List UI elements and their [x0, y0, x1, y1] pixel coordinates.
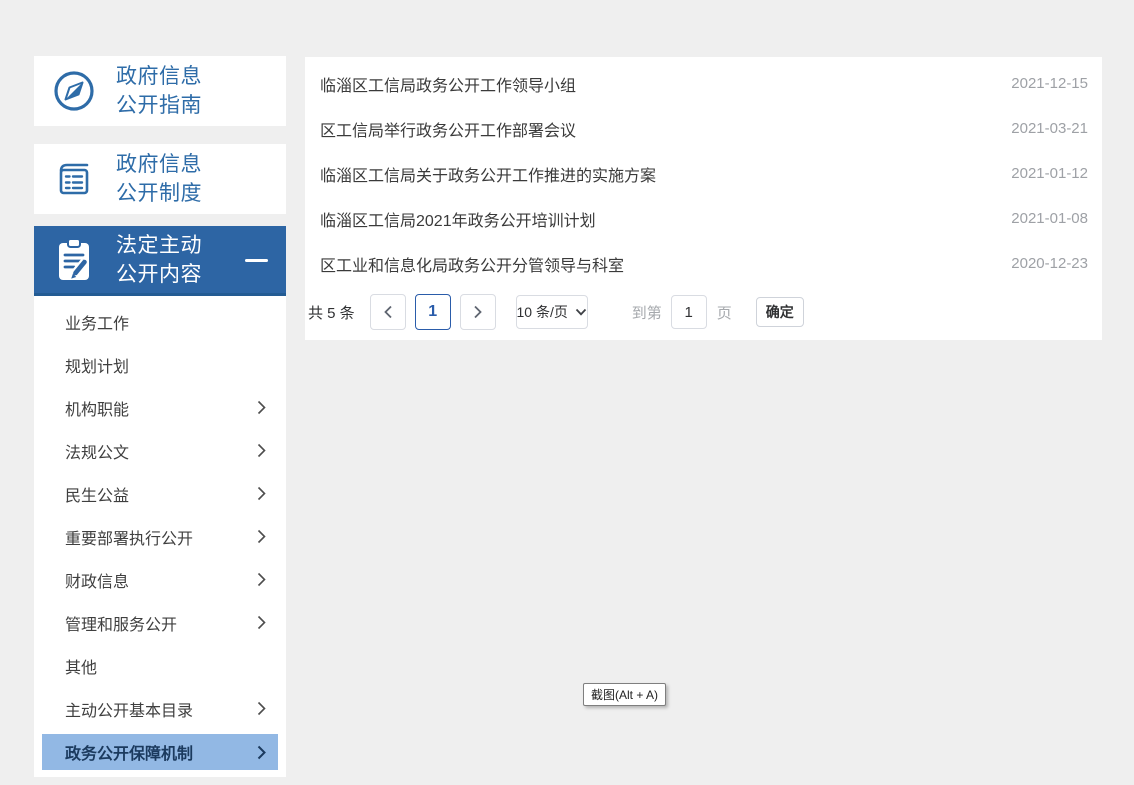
card-label-system: 政府信息 公开制度 [116, 150, 202, 208]
article-list-panel: 临淄区工信局政务公开工作领导小组 2021-12-15 区工信局举行政务公开工作… [305, 57, 1102, 340]
sidebar-card-guide[interactable]: 政府信息 公开指南 [34, 56, 286, 126]
chevron-left-icon [383, 305, 393, 319]
menu-item[interactable]: 重要部署执行公开 [34, 515, 286, 558]
menu-item-label: 法规公文 [65, 439, 257, 463]
article-row: 区工信局举行政务公开工作部署会议 2021-03-21 [305, 106, 1102, 151]
article-date: 2021-12-15 [1011, 75, 1088, 92]
menu-item[interactable]: 机构职能 [34, 386, 286, 429]
menu-item-label: 管理和服务公开 [65, 611, 257, 635]
menu-item[interactable]: 民生公益 [34, 472, 286, 515]
card-label-line2: 公开内容 [116, 260, 202, 289]
article-title-link[interactable]: 临淄区工信局关于政务公开工作推进的实施方案 [320, 162, 656, 186]
menu-item[interactable]: 政务公开保障机制 [42, 734, 278, 770]
chevron-right-icon [257, 615, 266, 630]
goto-page-prefix: 到第 [632, 302, 662, 323]
compass-icon [51, 67, 97, 115]
card-label-line2: 公开制度 [116, 179, 202, 208]
article-title-link[interactable]: 临淄区工信局2021年政务公开培训计划 [320, 207, 596, 231]
menu-item[interactable]: 规划计划 [34, 343, 286, 386]
confirm-button[interactable]: 确定 [756, 297, 804, 327]
article-date: 2021-03-21 [1011, 120, 1088, 137]
menu-item[interactable]: 法规公文 [34, 429, 286, 472]
article-date: 2020-12-23 [1011, 255, 1088, 272]
page: 政府信息 公开指南 政府信息 公开制度 [0, 0, 1134, 785]
goto-page-suffix: 页 [717, 302, 732, 323]
prev-page-button[interactable] [370, 294, 406, 330]
card-label-line2: 公开指南 [116, 91, 202, 120]
screenshot-tooltip: 截图(Alt + A) [583, 683, 666, 706]
page-size-label: 10 条/页 [517, 302, 568, 322]
card-label-line1: 政府信息 [116, 150, 202, 179]
pagination-bar: 共 5 条 1 10 条/页 到第 页 确定 [305, 294, 1102, 330]
menu-item-label: 财政信息 [65, 568, 257, 592]
pagination-total: 共 5 条 [308, 302, 355, 323]
screenshot-tooltip-label: 截图(Alt + A) [591, 686, 658, 703]
page-size-select[interactable]: 10 条/页 [516, 295, 588, 329]
article-title-link[interactable]: 区工业和信息化局政务公开分管领导与科室 [320, 252, 624, 276]
menu-item-label: 其他 [65, 654, 257, 678]
article-row: 临淄区工信局2021年政务公开培训计划 2021-01-08 [305, 196, 1102, 241]
menu-item-label: 机构职能 [65, 396, 257, 420]
chevron-right-icon [257, 443, 266, 458]
menu-item[interactable]: 业务工作 [34, 300, 286, 343]
menu-item-label: 主动公开基本目录 [65, 697, 257, 721]
card-label-statutory: 法定主动 公开内容 [116, 231, 202, 289]
chevron-right-icon [257, 745, 266, 760]
article-row: 区工业和信息化局政务公开分管领导与科室 2020-12-23 [305, 241, 1102, 286]
clipboard-pencil-icon [51, 236, 97, 284]
menu-item[interactable]: 财政信息 [34, 558, 286, 601]
menu-item-label: 重要部署执行公开 [65, 525, 257, 549]
menu-item-label: 政务公开保障机制 [65, 740, 257, 764]
menu-item-label: 业务工作 [65, 310, 257, 334]
minus-icon[interactable] [245, 259, 268, 262]
caret-down-icon [575, 308, 587, 316]
menu-item-label: 民生公益 [65, 482, 257, 506]
chevron-right-icon [257, 572, 266, 587]
chevron-right-icon [257, 486, 266, 501]
chevron-right-icon [257, 400, 266, 415]
notebook-icon [51, 155, 97, 203]
page-number-button[interactable]: 1 [415, 294, 451, 330]
menu-item[interactable]: 主动公开基本目录 [34, 687, 286, 730]
card-label-guide: 政府信息 公开指南 [116, 62, 202, 120]
next-page-button[interactable] [460, 294, 496, 330]
card-label-line1: 政府信息 [116, 62, 202, 91]
article-row: 临淄区工信局政务公开工作领导小组 2021-12-15 [305, 61, 1102, 106]
sidebar-card-statutory-disclosure[interactable]: 法定主动 公开内容 [34, 226, 286, 296]
menu-item[interactable]: 其他 [34, 644, 286, 687]
article-title-link[interactable]: 临淄区工信局政务公开工作领导小组 [320, 72, 576, 96]
article-row: 临淄区工信局关于政务公开工作推进的实施方案 2021-01-12 [305, 151, 1102, 196]
card-label-line1: 法定主动 [116, 231, 202, 260]
article-date: 2021-01-12 [1011, 165, 1088, 182]
sidebar-card-system[interactable]: 政府信息 公开制度 [34, 144, 286, 214]
goto-page-input[interactable] [671, 295, 707, 329]
menu-item[interactable]: 管理和服务公开 [34, 601, 286, 644]
article-date: 2021-01-08 [1011, 210, 1088, 227]
menu-item-label: 规划计划 [65, 353, 257, 377]
chevron-right-icon [257, 701, 266, 716]
chevron-right-icon [257, 529, 266, 544]
article-list: 临淄区工信局政务公开工作领导小组 2021-12-15 区工信局举行政务公开工作… [305, 61, 1102, 286]
article-title-link[interactable]: 区工信局举行政务公开工作部署会议 [320, 117, 576, 141]
sidebar-menu: 业务工作 规划计划 机构职能 法规公文 民生公益 [34, 296, 286, 777]
chevron-right-icon [473, 305, 483, 319]
